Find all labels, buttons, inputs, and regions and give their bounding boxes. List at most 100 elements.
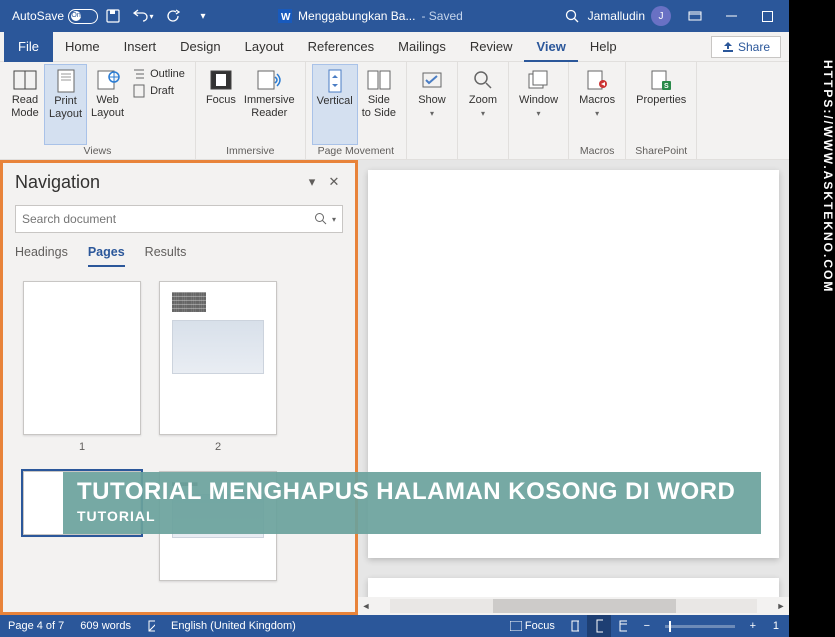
user-name: Jamalludin bbox=[588, 9, 645, 23]
window-dropdown[interactable]: Window▾ bbox=[515, 64, 562, 145]
views-group-label: Views bbox=[6, 145, 189, 159]
web-layout-label: Web Layout bbox=[91, 94, 124, 120]
immersive-reader-button[interactable]: Immersive Reader bbox=[240, 64, 299, 145]
zoom-in-button[interactable]: + bbox=[741, 615, 765, 637]
scroll-track[interactable] bbox=[390, 599, 757, 613]
ribbon-display-icon[interactable] bbox=[677, 2, 713, 30]
thumb-page-2[interactable]: ████████████████████████████████████████… bbox=[159, 281, 277, 453]
macros-icon bbox=[583, 68, 611, 92]
nav-close-icon[interactable]: ✕ bbox=[323, 171, 345, 193]
zoom-dropdown[interactable]: Zoom▾ bbox=[464, 64, 502, 145]
side-to-side-button[interactable]: Side to Side bbox=[358, 64, 400, 145]
tab-mailings[interactable]: Mailings bbox=[386, 32, 458, 62]
properties-icon: S bbox=[647, 68, 675, 92]
save-icon[interactable] bbox=[100, 3, 126, 29]
scroll-thumb[interactable] bbox=[493, 599, 677, 613]
search-input[interactable] bbox=[22, 212, 314, 226]
thumb-page-1[interactable]: 1 bbox=[23, 281, 141, 453]
outline-button[interactable]: Outline bbox=[128, 66, 189, 82]
scroll-left-icon[interactable]: ◄ bbox=[358, 601, 374, 611]
tab-design[interactable]: Design bbox=[168, 32, 232, 62]
nav-tab-headings[interactable]: Headings bbox=[15, 241, 68, 267]
nav-tab-pages[interactable]: Pages bbox=[88, 241, 125, 267]
spellcheck-icon[interactable] bbox=[139, 615, 163, 637]
search-icon[interactable] bbox=[560, 3, 586, 29]
tab-file[interactable]: File bbox=[4, 32, 53, 62]
navigation-panel: Navigation ▾ ✕ ▾ Headings Pages Results … bbox=[0, 160, 358, 615]
undo-icon[interactable]: ▾ bbox=[130, 3, 156, 29]
watermark: HTTPS://WWW.ASKTEKNO.COM bbox=[789, 60, 835, 293]
nav-search-box[interactable]: ▾ bbox=[15, 205, 343, 233]
tab-home[interactable]: Home bbox=[53, 32, 112, 62]
qat-customize-icon[interactable]: ▾ bbox=[190, 3, 216, 29]
word-logo-icon: W bbox=[278, 9, 292, 23]
read-mode-label: Read Mode bbox=[11, 94, 39, 120]
print-layout-button[interactable]: Print Layout bbox=[44, 64, 87, 145]
show-dropdown[interactable]: Show▾ bbox=[413, 64, 451, 145]
status-focus[interactable]: Focus bbox=[502, 615, 563, 637]
status-page[interactable]: Page 4 of 7 bbox=[0, 615, 72, 637]
tab-view[interactable]: View bbox=[524, 32, 577, 62]
draft-button[interactable]: Draft bbox=[128, 82, 189, 100]
share-button[interactable]: Share bbox=[711, 36, 781, 58]
side-label: Side to Side bbox=[362, 94, 396, 120]
tab-help[interactable]: Help bbox=[578, 32, 629, 62]
svg-text:W: W bbox=[281, 12, 291, 23]
focus-icon bbox=[207, 68, 235, 92]
title-bar: AutoSave On ▾ ▾ W Menggabungkan Ba... - … bbox=[0, 0, 789, 32]
view-print-icon[interactable] bbox=[587, 615, 611, 637]
status-bar: Page 4 of 7 609 words English (United Ki… bbox=[0, 615, 789, 637]
zoom-out-button[interactable]: − bbox=[635, 615, 659, 637]
outline-label: Outline bbox=[150, 68, 185, 80]
view-web-icon[interactable] bbox=[611, 615, 635, 637]
maximize-button[interactable] bbox=[749, 2, 785, 30]
read-mode-button[interactable]: Read Mode bbox=[6, 64, 44, 145]
macros-label: Macros bbox=[579, 94, 615, 106]
side-icon bbox=[365, 68, 393, 92]
web-layout-icon bbox=[94, 68, 122, 92]
sharepoint-group-label: SharePoint bbox=[632, 145, 690, 159]
user-account[interactable]: Jamalludin J bbox=[588, 6, 671, 26]
show-label: Show bbox=[418, 94, 446, 106]
status-language[interactable]: English (United Kingdom) bbox=[163, 615, 304, 637]
share-icon bbox=[722, 41, 734, 53]
nav-title: Navigation bbox=[15, 172, 301, 193]
window-icon bbox=[525, 68, 553, 92]
page-movement-group-label: Page Movement bbox=[312, 145, 400, 159]
immersive-reader-icon bbox=[255, 68, 283, 92]
document-area[interactable]: Menghapus Halaman Kosong pada Dokumen Wo… bbox=[358, 160, 789, 615]
tab-review[interactable]: Review bbox=[458, 32, 525, 62]
view-read-icon[interactable] bbox=[563, 615, 587, 637]
banner-subtitle: TUTORIAL bbox=[77, 508, 747, 524]
overlay-banner: TUTORIAL MENGHAPUS HALAMAN KOSONG DI WOR… bbox=[63, 472, 761, 534]
nav-tab-results[interactable]: Results bbox=[145, 241, 187, 267]
nav-dropdown-icon[interactable]: ▾ bbox=[301, 171, 323, 193]
properties-button[interactable]: S Properties bbox=[632, 64, 690, 145]
window-label: Window bbox=[519, 94, 558, 106]
tab-references[interactable]: References bbox=[296, 32, 386, 62]
autosave-toggle[interactable]: On bbox=[68, 9, 98, 24]
macros-button[interactable]: Macros▾ bbox=[575, 64, 619, 145]
properties-label: Properties bbox=[636, 94, 686, 107]
ribbon-tabs: File Home Insert Design Layout Reference… bbox=[0, 32, 789, 62]
svg-text:S: S bbox=[664, 83, 669, 90]
macros-group-label: Macros bbox=[575, 145, 619, 159]
vertical-button[interactable]: Vertical bbox=[312, 64, 358, 145]
zoom-level[interactable]: 1 bbox=[765, 615, 789, 637]
minimize-button[interactable] bbox=[713, 2, 749, 30]
show-icon bbox=[418, 68, 446, 92]
tab-insert[interactable]: Insert bbox=[112, 32, 169, 62]
search-dropdown-icon[interactable]: ▾ bbox=[332, 215, 336, 224]
zoom-slider[interactable] bbox=[665, 625, 735, 628]
web-layout-button[interactable]: Web Layout bbox=[87, 64, 128, 145]
zoom-label: Zoom bbox=[469, 94, 497, 106]
main-area: Navigation ▾ ✕ ▾ Headings Pages Results … bbox=[0, 160, 789, 615]
tab-layout[interactable]: Layout bbox=[233, 32, 296, 62]
outline-icon bbox=[132, 68, 146, 80]
horizontal-scrollbar[interactable]: ◄ ► bbox=[358, 597, 789, 615]
doc-name[interactable]: Menggabungkan Ba... bbox=[298, 9, 415, 23]
redo-icon[interactable] bbox=[160, 3, 186, 29]
status-words[interactable]: 609 words bbox=[72, 615, 139, 637]
scroll-right-icon[interactable]: ► bbox=[773, 601, 789, 611]
focus-button[interactable]: Focus bbox=[202, 64, 240, 145]
